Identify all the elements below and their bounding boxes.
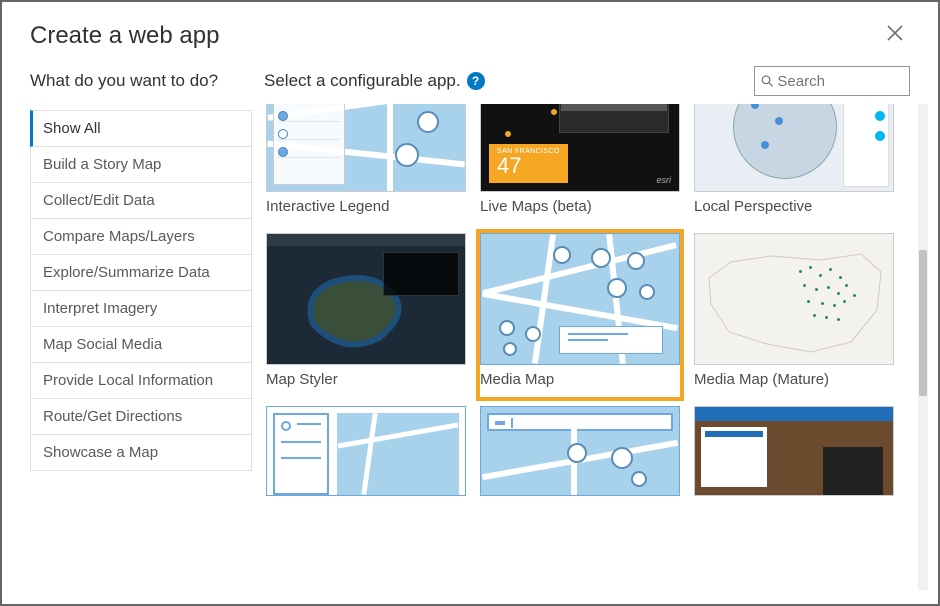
dialog-subheader: What do you want to do? Select a configu…	[2, 56, 938, 102]
card-thumb	[480, 233, 680, 365]
help-icon: ?	[472, 74, 479, 88]
sidebar-item-collect-edit-data[interactable]: Collect/Edit Data	[30, 183, 252, 219]
dialog-title: Create a web app	[30, 22, 219, 50]
sidebar-item-route-get-directions[interactable]: Route/Get Directions	[30, 399, 252, 435]
sidebar-item-map-social-media[interactable]: Map Social Media	[30, 327, 252, 363]
card-thumb	[266, 233, 466, 365]
sidebar-item-showcase-a-map[interactable]: Showcase a Map	[30, 435, 252, 471]
sidebar-item-compare-maps-layers[interactable]: Compare Maps/Layers	[30, 219, 252, 255]
search-wrap	[754, 66, 910, 96]
card-interactive-legend[interactable]: Interactive Legend	[266, 104, 466, 215]
legend-panel-icon	[273, 104, 345, 185]
card-local-perspective[interactable]: Local Perspective	[694, 104, 894, 215]
card-thumb	[480, 406, 680, 496]
card-label: Interactive Legend	[266, 192, 466, 215]
card-thumb	[694, 104, 894, 192]
sidebar-item-provide-local-information[interactable]: Provide Local Information	[30, 363, 252, 399]
scrollbar-thumb[interactable]	[919, 250, 927, 396]
gallery-wrap: Interactive Legend SAN FRANCISCO 47	[266, 104, 928, 590]
sidebar-heading: What do you want to do?	[30, 71, 264, 91]
search-field[interactable]	[754, 66, 910, 96]
card-media-map-mature[interactable]: Media Map (Mature)	[694, 233, 894, 388]
gallery-grid: Interactive Legend SAN FRANCISCO 47	[266, 104, 914, 496]
card-label: Map Styler	[266, 365, 466, 388]
sidebar-item-interpret-imagery[interactable]: Interpret Imagery	[30, 291, 252, 327]
live-badge-value: 47	[497, 155, 560, 177]
card-thumb: SAN FRANCISCO 47 esri	[480, 104, 680, 192]
card-label: Local Perspective	[694, 192, 894, 215]
card-thumb	[694, 406, 894, 496]
gallery-prompt: Select a configurable app.	[264, 71, 461, 91]
sidebar-item-show-all[interactable]: Show All	[30, 110, 252, 147]
close-button[interactable]	[880, 22, 910, 44]
card-media-map[interactable]: Media Map	[480, 233, 680, 388]
sidebar: Show All Build a Story Map Collect/Edit …	[30, 104, 252, 590]
sidebar-item-build-story-map[interactable]: Build a Story Map	[30, 147, 252, 183]
dialog-header: Create a web app	[2, 2, 938, 56]
card-thumb	[694, 233, 894, 365]
gallery-scrollbar[interactable]	[918, 104, 928, 590]
card-thumb	[266, 104, 466, 192]
card-label: Media Map (Mature)	[694, 365, 894, 388]
dialog: Create a web app What do you want to do?…	[0, 0, 940, 606]
search-icon	[761, 74, 773, 88]
card-thumb	[266, 406, 466, 496]
sidebar-list: Show All Build a Story Map Collect/Edit …	[30, 110, 252, 471]
card-next-2[interactable]	[480, 406, 680, 496]
card-next-1[interactable]	[266, 406, 466, 496]
card-label: Live Maps (beta)	[480, 192, 680, 215]
card-live-maps-beta[interactable]: SAN FRANCISCO 47 esri Li	[480, 104, 680, 215]
dialog-body: Show All Build a Story Map Collect/Edit …	[2, 102, 938, 604]
gallery: Interactive Legend SAN FRANCISCO 47	[266, 104, 914, 590]
card-label: Media Map	[480, 365, 680, 388]
sidebar-item-explore-summarize-data[interactable]: Explore/Summarize Data	[30, 255, 252, 291]
search-input[interactable]	[777, 73, 903, 90]
help-button[interactable]: ?	[467, 72, 485, 90]
card-map-styler[interactable]: Map Styler	[266, 233, 466, 388]
close-icon	[886, 24, 904, 42]
card-next-3[interactable]	[694, 406, 894, 496]
